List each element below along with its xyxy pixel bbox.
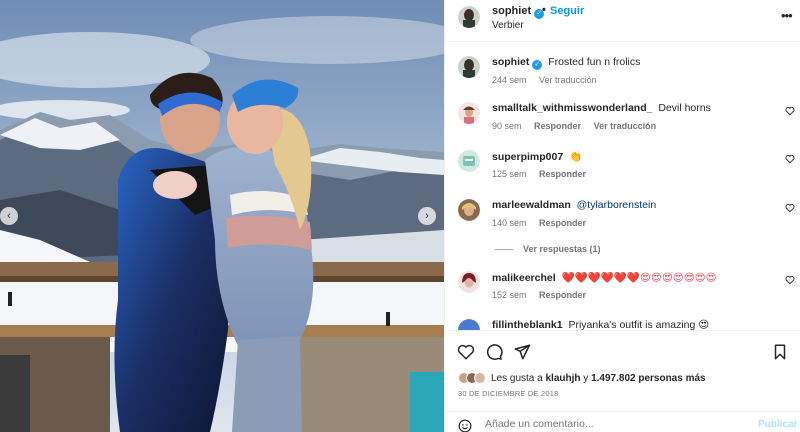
commenter-avatar[interactable] <box>458 150 480 172</box>
emoji-icon[interactable] <box>458 419 472 432</box>
likes-summary[interactable]: Les gusta a klauhjh y 1.497.802 personas… <box>458 372 706 384</box>
caption-username[interactable]: sophiet <box>492 56 529 68</box>
photo-scene <box>0 0 444 432</box>
caption-meta: 244 sem Ver traducción <box>492 75 607 85</box>
verified-badge-icon: ✓ <box>532 60 543 70</box>
likes-prefix: Les gusta a <box>491 372 543 384</box>
author-avatar[interactable] <box>458 6 480 28</box>
comment-text: 👏 <box>569 151 583 163</box>
likes-text: Les gusta a klauhjh y 1.497.802 personas… <box>491 373 706 384</box>
post-photo[interactable]: ‹ › <box>0 0 444 432</box>
send-icon[interactable] <box>513 343 531 361</box>
next-photo-button[interactable]: › <box>418 207 436 225</box>
likes-count[interactable]: 1.497.802 personas más <box>591 373 706 384</box>
replies-divider <box>495 249 513 251</box>
reply-button[interactable]: Responder <box>534 121 581 131</box>
heart-icon[interactable] <box>457 343 475 361</box>
comment-text: Priyanka's outfit is amazing 😍 <box>568 319 710 330</box>
likes-connector: y <box>583 372 589 384</box>
post-header: sophiet ✓ • Seguir Verbier ••• <box>445 0 800 42</box>
author-username-text[interactable]: sophiet <box>492 5 531 17</box>
comment-line: superpimp007 👏 <box>492 150 582 163</box>
commenter-avatar[interactable] <box>458 319 480 330</box>
comment-meta: 125 sem Responder <box>492 169 596 179</box>
caption-author-avatar[interactable] <box>458 56 480 78</box>
post-date[interactable]: 30 DE DICIEMBRE DE 2018 <box>458 389 558 398</box>
like-comment-heart-icon[interactable] <box>785 106 795 116</box>
comment-meta: 140 sem Responder <box>492 218 596 228</box>
caption-translate-link[interactable]: Ver traducción <box>539 75 597 85</box>
caption-line: sophiet ✓ Frosted fun n frolics <box>492 56 640 70</box>
comment-text: ❤️❤️❤️❤️❤️❤️😍😍😍😍😍😍😍 <box>561 272 717 284</box>
post-viewer: ‹ › sophiet ✓ • Seguir Verbier ••• sophie… <box>0 0 800 432</box>
comments-list[interactable]: sophiet ✓ Frosted fun n frolics 244 sem V… <box>445 42 800 330</box>
comment-meta: 90 sem Responder Ver traducción <box>492 121 666 131</box>
reply-button[interactable]: Responder <box>539 169 586 179</box>
commenter-avatar[interactable] <box>458 102 480 124</box>
comment-username[interactable]: marleewaldman <box>492 199 571 211</box>
comment-username[interactable]: malikeerchel <box>492 272 556 284</box>
view-replies-button[interactable]: Ver respuestas (1) <box>495 244 601 254</box>
post-actions: Les gusta a klauhjh y 1.497.802 personas… <box>445 330 800 432</box>
commenter-avatar[interactable] <box>458 271 480 293</box>
comment-username[interactable]: smalltalk_withmisswonderland_ <box>492 102 652 114</box>
comment-time[interactable]: 90 sem <box>492 121 522 131</box>
comment-icon[interactable] <box>485 343 503 361</box>
more-options-icon[interactable]: ••• <box>781 8 793 23</box>
reply-button[interactable]: Responder <box>539 290 586 300</box>
chevron-left-icon: ‹ <box>7 210 11 222</box>
post-side-panel: sophiet ✓ • Seguir Verbier ••• sophiet ✓ F… <box>444 0 800 432</box>
publish-button[interactable]: Publicar <box>758 419 797 430</box>
comment-meta: 152 sem Responder <box>492 290 596 300</box>
commenter-avatar[interactable] <box>458 199 480 221</box>
chevron-right-icon: › <box>425 210 429 222</box>
like-comment-heart-icon[interactable] <box>785 275 795 285</box>
comment-time[interactable]: 125 sem <box>492 169 527 179</box>
comment-text: Devil horns <box>658 102 711 114</box>
comment-translate-link[interactable]: Ver traducción <box>594 121 657 131</box>
caption-text: Frosted fun n frolics <box>548 56 641 68</box>
comment-line: marleewaldman @tylarborenstein <box>492 199 656 211</box>
like-comment-heart-icon[interactable] <box>785 154 795 164</box>
follow-button[interactable]: Seguir <box>550 5 584 17</box>
like-comment-heart-icon[interactable] <box>785 203 795 213</box>
location-label[interactable]: Verbier <box>492 20 524 31</box>
add-comment-bar: Publicar <box>445 411 800 432</box>
bookmark-icon[interactable] <box>771 343 789 361</box>
reply-button[interactable]: Responder <box>539 218 586 228</box>
comment-username[interactable]: superpimp007 <box>492 151 563 163</box>
comment-mention-link[interactable]: @tylarborenstein <box>577 199 657 211</box>
comment-input[interactable] <box>485 418 745 430</box>
comment-line: fillintheblank1 Priyanka's outfit is ama… <box>492 319 709 330</box>
comment-time[interactable]: 152 sem <box>492 290 527 300</box>
comment-line: malikeerchel ❤️❤️❤️❤️❤️❤️😍😍😍😍😍😍😍 <box>492 271 717 284</box>
comment-time[interactable]: 140 sem <box>492 218 527 228</box>
previous-photo-button[interactable]: ‹ <box>0 207 18 225</box>
caption-time[interactable]: 244 sem <box>492 75 527 85</box>
separator-dot: • <box>542 4 546 16</box>
liker-username[interactable]: klauhjh <box>546 373 581 384</box>
view-replies-label[interactable]: Ver respuestas (1) <box>523 244 601 254</box>
comment-username[interactable]: fillintheblank1 <box>492 319 563 330</box>
author-username[interactable]: sophiet ✓ <box>492 5 545 19</box>
liker-avatar <box>474 372 486 384</box>
comment-line: smalltalk_withmisswonderland_ Devil horn… <box>492 102 711 114</box>
